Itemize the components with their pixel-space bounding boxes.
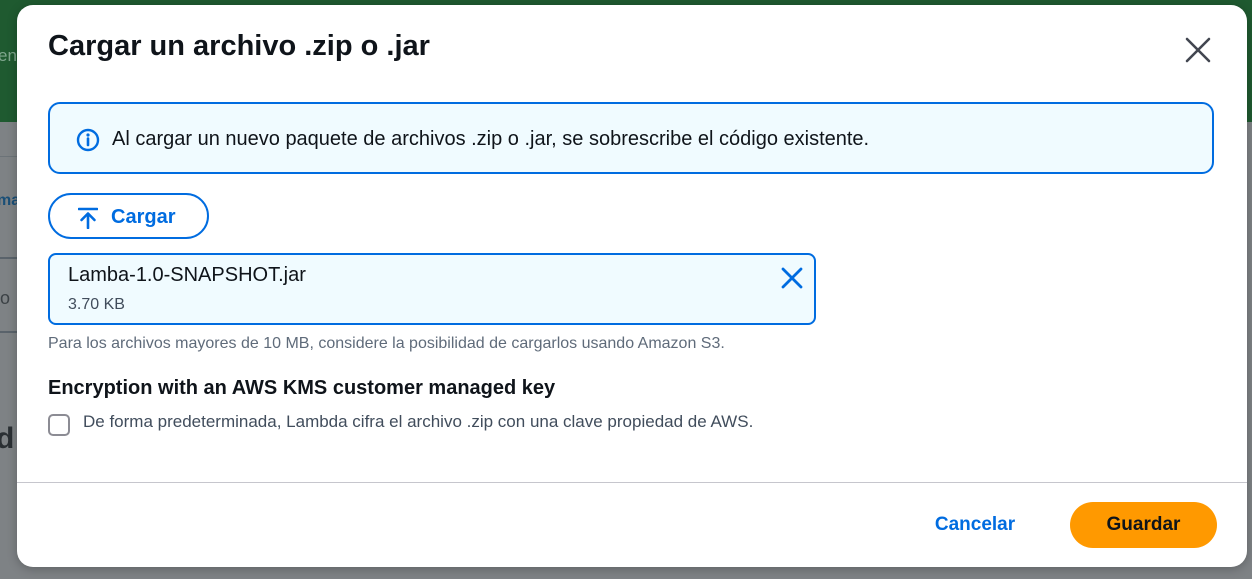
info-alert: Al cargar un nuevo paquete de archivos .… (48, 102, 1214, 174)
alert-message: Al cargar un nuevo paquete de archivos .… (112, 128, 870, 150)
close-button[interactable] (1180, 32, 1216, 68)
file-token: Lamba-1.0-SNAPSHOT.jar 3.70 KB (48, 253, 816, 325)
file-size: 3.70 KB (68, 296, 125, 313)
background-row-text: o (0, 288, 11, 308)
background-tab-underline (0, 257, 17, 259)
file-size-hint: Para los archivos mayores de 10 MB, cons… (48, 335, 725, 352)
remove-icon (781, 267, 803, 289)
cancel-button[interactable]: Cancelar (925, 502, 1025, 548)
file-name: Lamba-1.0-SNAPSHOT.jar (68, 264, 306, 286)
remove-file-button[interactable] (780, 266, 804, 290)
upload-icon (78, 207, 98, 229)
encryption-title: Encryption with an AWS KMS customer mana… (48, 377, 556, 399)
save-button[interactable]: Guardar (1070, 502, 1217, 548)
info-icon (76, 128, 100, 152)
background-divider (0, 156, 17, 157)
upload-button-label: Cargar (111, 206, 176, 228)
modal-title: Cargar un archivo .zip o .jar (48, 30, 430, 62)
encryption-checkbox[interactable] (48, 414, 70, 436)
background-heading-text: d (0, 422, 15, 455)
close-icon (1185, 37, 1211, 63)
upload-modal: Cargar un archivo .zip o .jar Al cargar … (17, 5, 1247, 567)
background-row-divider (0, 331, 17, 333)
footer-divider (17, 482, 1247, 483)
upload-button[interactable]: Cargar (48, 193, 209, 239)
encryption-checkbox-label[interactable]: De forma predeterminada, Lambda cifra el… (83, 412, 753, 432)
background-banner-text: en (0, 46, 17, 65)
